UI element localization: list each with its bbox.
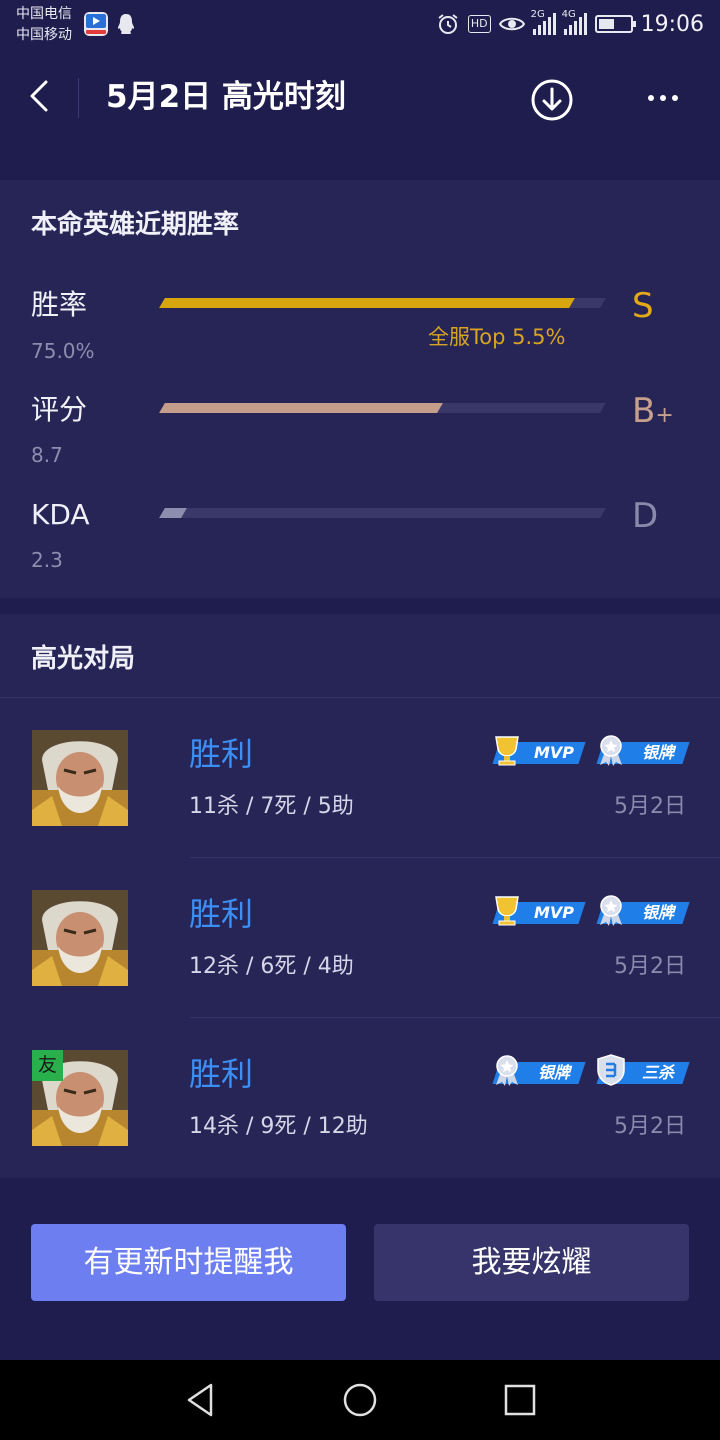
game-date: 5月2日 [614, 794, 686, 819]
stat-label: 评分 [31, 393, 88, 426]
silver-badge: 银牌 [592, 734, 690, 766]
silver-medal-icon [600, 895, 622, 926]
stat-bar-fill [159, 508, 187, 518]
silver-badge: 银牌 [488, 1054, 586, 1086]
game-result: 胜利 [189, 1055, 254, 1093]
winrate-section-title: 本命英雄近期胜率 [31, 210, 240, 240]
trophy-icon [495, 896, 519, 926]
stat-bar-track [159, 403, 606, 413]
game-kda: 11杀 / 7死 / 5助 [189, 794, 354, 819]
network-type-1: 2G [530, 9, 545, 20]
game-row[interactable]: 友 胜利 14杀 / 9死 / 12助 5月2日 银牌 三杀 [0, 1018, 720, 1178]
badge-label: 三杀 [641, 1063, 674, 1082]
carrier-info: 中国电信 中国移动 [16, 4, 72, 46]
download-icon[interactable] [530, 78, 574, 122]
game-kda: 12杀 / 6死 / 4助 [189, 954, 354, 979]
status-bar: 中国电信 中国移动 HD 2G 4G 19:06 [0, 0, 720, 50]
game-result: 胜利 [189, 895, 254, 933]
hero-avatar: 友 [32, 1050, 128, 1146]
share-button[interactable]: 我要炫耀 [374, 1224, 689, 1301]
stat-value: 75.0% [31, 339, 95, 363]
game-date: 5月2日 [614, 1114, 686, 1139]
back-icon[interactable] [22, 76, 58, 116]
status-icons: HD 2G 4G 19:06 [436, 9, 704, 39]
clock: 19:06 [640, 11, 704, 37]
network-type-2: 4G [561, 9, 576, 20]
recents-square-icon[interactable] [500, 1380, 540, 1420]
hero-avatar [32, 730, 128, 826]
eye-icon [498, 17, 525, 31]
friend-tag: 友 [32, 1050, 63, 1081]
game-row[interactable]: 胜利 11杀 / 7死 / 5助 5月2日 MVP 银牌 [0, 698, 720, 858]
hero-avatar [32, 890, 128, 986]
badge-label: MVP [533, 903, 575, 922]
hero-portrait-image [32, 730, 128, 826]
stat-grade: D [632, 496, 659, 536]
badge-label: 银牌 [641, 903, 674, 922]
back-triangle-icon[interactable] [180, 1380, 220, 1420]
highlight-games-card: 高光对局 胜利 11杀 / 7死 / 5助 5月2日 MVP 银牌 胜利 12杀… [0, 614, 720, 1178]
silver-badge: 银牌 [592, 894, 690, 926]
game-result: 胜利 [189, 735, 254, 773]
qq-icon [118, 14, 134, 34]
silver-medal-icon [600, 735, 622, 766]
alarm-icon [438, 14, 458, 34]
more-icon[interactable] [640, 80, 686, 116]
stat-bar-track [159, 508, 606, 518]
badge-label: 银牌 [537, 1063, 570, 1082]
carrier-2: 中国移动 [16, 27, 72, 43]
stat-bar-fill [159, 403, 443, 413]
highlight-section-title: 高光对局 [31, 644, 136, 674]
triple-kill-badge: 三杀 [592, 1054, 690, 1086]
system-nav-bar [0, 1360, 720, 1440]
badge-label: MVP [533, 743, 575, 762]
stat-value: 2.3 [31, 548, 63, 572]
game-kda: 14杀 / 9死 / 12助 [189, 1114, 368, 1139]
hero-portrait-image [32, 890, 128, 986]
stat-grade: B+ [632, 391, 674, 431]
remind-me-button[interactable]: 有更新时提醒我 [31, 1224, 346, 1301]
mvp-badge: MVP [488, 894, 586, 926]
video-app-icon [84, 12, 108, 36]
hd-icon: HD [467, 15, 491, 33]
winrate-card: 本命英雄近期胜率 胜率 75.0% S 全服Top 5.5% 评分 8.7 B+… [0, 180, 720, 598]
page-header: 5月2日 高光时刻 [0, 50, 720, 146]
server-rank-note: 全服Top 5.5% [428, 325, 566, 349]
shield-icon [597, 1054, 625, 1086]
stat-bar-fill [159, 298, 576, 308]
battery-icon [594, 15, 636, 33]
game-row[interactable]: 胜利 12杀 / 6死 / 4助 5月2日 MVP 银牌 [0, 858, 720, 1018]
stat-value: 8.7 [31, 443, 63, 467]
stat-bar-track [159, 298, 606, 308]
signal-icon-2: 4G [562, 9, 587, 35]
trophy-icon [495, 736, 519, 766]
stat-label: KDA [31, 498, 90, 531]
home-circle-icon[interactable] [340, 1380, 380, 1420]
carrier-1: 中国电信 [16, 6, 72, 22]
signal-icon: 2G [531, 9, 556, 35]
badge-label: 银牌 [641, 743, 674, 762]
mvp-badge: MVP [488, 734, 586, 766]
header-divider [78, 78, 79, 118]
stat-grade: S [632, 286, 654, 326]
silver-medal-icon [496, 1055, 518, 1086]
stat-label: 胜率 [31, 288, 88, 321]
game-date: 5月2日 [614, 954, 686, 979]
page-title: 5月2日 高光时刻 [106, 79, 346, 115]
